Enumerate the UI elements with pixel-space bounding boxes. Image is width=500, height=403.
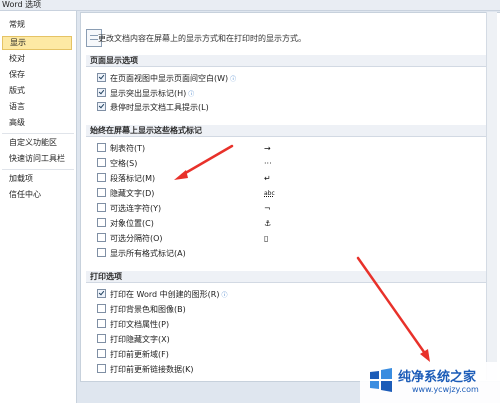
option-print-properties[interactable]: 打印文档属性(P) (97, 319, 169, 331)
checkbox[interactable] (97, 248, 106, 257)
section-title-page-display: 页面显示选项 (86, 55, 496, 67)
option-label: 打印文档属性(P) (110, 320, 170, 329)
info-icon: ⓘ (230, 76, 237, 83)
window-title: Word 选项 (2, 0, 42, 9)
option-update-fields[interactable]: 打印前更新域(F) (97, 349, 169, 361)
info-icon: ⓘ (188, 91, 195, 98)
paragraph-mark-icon: ↵ (264, 174, 271, 183)
checkbox[interactable] (97, 349, 106, 358)
option-object-anchors[interactable]: 对象位置(C) (97, 218, 154, 230)
option-tab-characters[interactable]: 制表符(T) (97, 143, 145, 155)
option-show-document-tooltips[interactable]: 悬停时显示文档工具提示(L) (97, 102, 209, 114)
checkbox[interactable] (97, 319, 106, 328)
section-title-print-options: 打印选项 (86, 271, 496, 283)
checkbox[interactable] (97, 218, 106, 227)
option-label: 对象位置(C) (110, 219, 154, 228)
option-hidden-text[interactable]: 隐藏文字(D) (97, 188, 154, 200)
optional-break-icon: ▯ (264, 234, 269, 243)
option-show-highlighter-marks[interactable]: 显示突出显示标记(H) ⓘ (97, 88, 194, 100)
tab-mark-icon: → (264, 144, 271, 153)
checkbox[interactable] (97, 102, 106, 111)
checkbox[interactable] (97, 173, 106, 182)
sidebar-item-general[interactable]: 常规 (2, 18, 72, 32)
sidebar-item-customize-ribbon[interactable]: 自定义功能区 (2, 136, 72, 150)
hyphen-mark-icon: ¬ (264, 204, 271, 213)
checkbox[interactable] (97, 188, 106, 197)
info-icon: ⓘ (221, 292, 228, 299)
option-label: 制表符(T) (110, 144, 146, 153)
checkbox[interactable] (97, 158, 106, 167)
sidebar-item-proofing[interactable]: 校对 (2, 52, 72, 66)
option-optional-hyphens[interactable]: 可选连字符(Y) (97, 203, 161, 215)
option-optional-breaks[interactable]: 可选分隔符(O) (97, 233, 163, 245)
option-label: 打印在 Word 中创建的图形(R) (110, 290, 220, 299)
sidebar-item-add-ins[interactable]: 加载项 (2, 172, 72, 186)
option-spaces[interactable]: 空格(S) (97, 158, 137, 170)
section-title-formatting-marks: 始终在屏幕上显示这些格式标记 (86, 125, 496, 137)
anchor-icon: ⚓ (264, 219, 272, 228)
option-label: 打印隐藏文字(X) (110, 335, 170, 344)
option-label: 空格(S) (110, 159, 138, 168)
option-show-all-marks[interactable]: 显示所有格式标记(A) (97, 248, 186, 260)
option-label: 段落标记(M) (110, 174, 156, 183)
option-label: 可选连字符(Y) (110, 204, 162, 213)
option-label: 在页面视图中显示页面间空白(W) (110, 74, 229, 83)
site-watermark: 纯净系统之家 www.ycwjzy.com (360, 362, 500, 403)
option-label: 可选分隔符(O) (110, 234, 163, 243)
hidden-text-icon: abc (264, 190, 275, 197)
option-print-hidden-text[interactable]: 打印隐藏文字(X) (97, 334, 170, 346)
sidebar-item-advanced[interactable]: 高级 (2, 116, 72, 130)
watermark-url: www.ycwjzy.com (412, 385, 479, 394)
sidebar-item-trust-center[interactable]: 信任中心 (2, 188, 72, 202)
space-mark-icon: ··· (264, 159, 272, 168)
sidebar-item-save[interactable]: 保存 (2, 68, 72, 82)
option-print-background[interactable]: 打印背景色和图像(B) (97, 304, 186, 316)
checkbox[interactable] (97, 233, 106, 242)
option-paragraph-marks[interactable]: 段落标记(M) (97, 173, 155, 185)
checkbox[interactable] (97, 304, 106, 313)
sidebar-divider (2, 133, 74, 134)
sidebar-item-typography[interactable]: 版式 (2, 84, 72, 98)
checkbox[interactable] (97, 88, 106, 97)
option-print-drawings[interactable]: 打印在 Word 中创建的图形(R) ⓘ (97, 289, 227, 301)
checkbox[interactable] (97, 203, 106, 212)
header-description: 更改文档内容在屏幕上的显示方式和在打印时的显示方式。 (98, 34, 306, 43)
checkbox[interactable] (97, 334, 106, 343)
sidebar-item-language[interactable]: 语言 (2, 100, 72, 114)
checkbox[interactable] (97, 289, 106, 298)
sidebar-divider (2, 169, 74, 170)
checkbox[interactable] (97, 364, 106, 373)
sidebar-item-quick-access-toolbar[interactable]: 快速访问工具栏 (2, 152, 72, 166)
title-bar: Word 选项 (0, 0, 500, 11)
option-show-whitespace[interactable]: 在页面视图中显示页面间空白(W) ⓘ (97, 73, 236, 85)
watermark-title: 纯净系统之家 (398, 370, 477, 385)
option-label: 打印前更新链接数据(K) (110, 365, 194, 374)
checkbox[interactable] (97, 73, 106, 82)
checkbox[interactable] (97, 143, 106, 152)
option-label: 显示突出显示标记(H) (110, 89, 187, 98)
option-label: 隐藏文字(D) (110, 189, 155, 198)
option-label: 打印前更新域(F) (110, 350, 169, 359)
sidebar-item-display[interactable]: 显示 (2, 36, 72, 50)
option-label: 打印背景色和图像(B) (110, 305, 186, 314)
option-update-linked-data[interactable]: 打印前更新链接数据(K) (97, 364, 194, 376)
windows-logo-icon (370, 368, 392, 392)
option-label: 显示所有格式标记(A) (110, 249, 186, 258)
sidebar: 常规 显示 校对 保存 版式 语言 高级 自定义功能区 快速访问工具栏 加载项 … (0, 11, 77, 403)
display-settings-panel: 更改文档内容在屏幕上的显示方式和在打印时的显示方式。 页面显示选项 在页面视图中… (80, 12, 500, 382)
scrollbar[interactable] (486, 12, 497, 380)
option-label: 悬停时显示文档工具提示(L) (110, 103, 209, 112)
